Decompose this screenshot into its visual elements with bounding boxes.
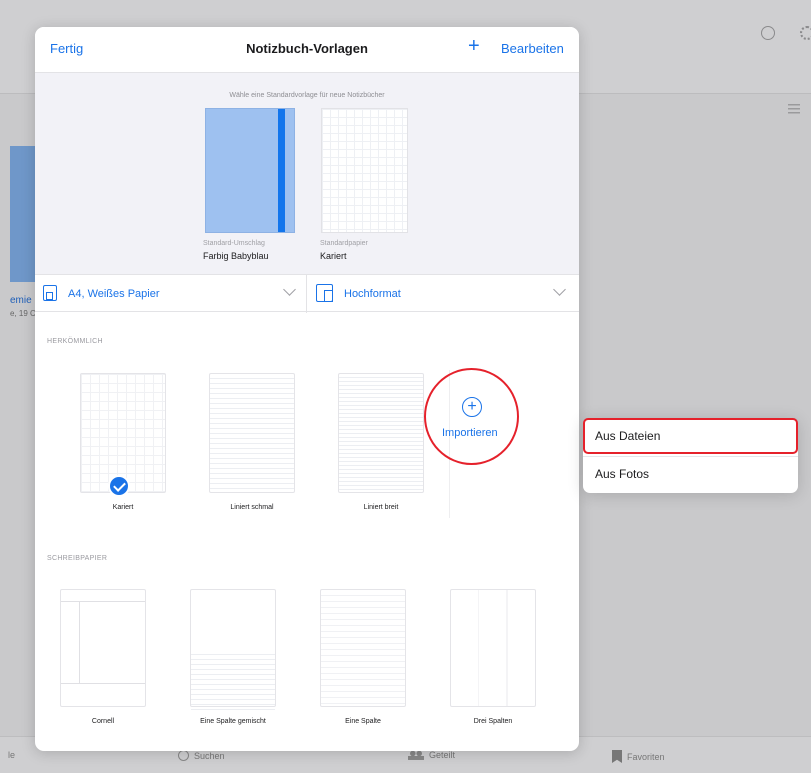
tab-shared-label: Geteilt xyxy=(429,750,456,760)
default-paper-thumbnail[interactable] xyxy=(321,108,408,233)
template-label: Liniert schmal xyxy=(230,504,274,511)
template-label: Eine Spalte gemischt xyxy=(200,718,266,725)
template-eine-spalte[interactable] xyxy=(320,589,406,707)
tab-library-label: le xyxy=(8,750,16,760)
section-label-classic: HERKÖMMLICH xyxy=(47,338,103,345)
template-label: Cornell xyxy=(91,718,115,725)
template-label: Kariert xyxy=(112,504,134,511)
template-liniert-schmal[interactable] xyxy=(209,373,295,493)
template-label: Liniert breit xyxy=(363,504,399,511)
tab-favorites: Favoriten xyxy=(612,750,665,763)
search-icon xyxy=(178,750,189,761)
template-eine-spalte-gemischt[interactable] xyxy=(190,589,276,710)
gear-icon xyxy=(800,26,811,40)
format-divider xyxy=(306,275,307,313)
cornell-cue-line xyxy=(79,601,80,683)
default-cover-thumbnail[interactable] xyxy=(205,108,295,233)
list-view-icon xyxy=(788,104,800,114)
default-template-section: Wähle eine Standardvorlage für neue Noti… xyxy=(35,73,579,302)
bookmark-icon xyxy=(612,750,622,763)
default-paper-value: Kariert xyxy=(320,251,347,261)
tab-library: le xyxy=(8,750,15,760)
template-label: Eine Spalte xyxy=(345,718,381,725)
tab-search-label: Suchen xyxy=(194,750,225,761)
default-cover-value: Farbig Babyblau xyxy=(203,251,269,261)
background-notebook-cover xyxy=(10,146,36,282)
orientation-dropdown[interactable]: Hochformat xyxy=(344,288,401,300)
background-notebook-title: emie xyxy=(10,295,32,306)
template-label: Drei Spalten xyxy=(473,718,513,725)
cover-spine xyxy=(278,109,285,232)
paper-size-dropdown[interactable]: A4, Weißes Papier xyxy=(68,288,160,300)
template-liniert-breit[interactable] xyxy=(338,373,424,493)
template-drei-spalten[interactable] xyxy=(450,589,536,707)
template-cornell[interactable] xyxy=(60,589,146,707)
add-template-button[interactable]: + xyxy=(468,36,480,56)
orientation-icon xyxy=(316,284,333,302)
default-cover-caption: Standard-Umschlag xyxy=(203,240,265,247)
sheet-navigation-bar: Fertig Notizbuch-Vorlagen + Bearbeiten xyxy=(35,27,579,73)
files-highlight-box xyxy=(583,418,798,454)
default-template-hint: Wähle eine Standardvorlage für neue Noti… xyxy=(229,92,385,99)
menu-item-label: Aus Fotos xyxy=(595,467,650,481)
tab-search: Suchen xyxy=(178,750,225,761)
format-row: A4, Weißes Papier Hochformat xyxy=(35,274,579,313)
default-paper-caption: Standardpapier xyxy=(320,240,368,247)
paper-size-icon xyxy=(43,285,57,301)
tab-shared: Geteilt xyxy=(408,750,455,760)
import-popover-menu: Aus Dateien Aus Fotos xyxy=(583,418,798,493)
menu-item-from-photos[interactable]: Aus Fotos xyxy=(583,456,798,493)
edit-button[interactable]: Bearbeiten xyxy=(501,41,564,56)
mixed-lines xyxy=(191,650,275,710)
selected-checkmark-icon xyxy=(108,475,130,497)
section-label-writing: SCHREIBPAPIER xyxy=(47,555,108,562)
cornell-header-line xyxy=(61,601,145,602)
tab-favorites-label: Favoriten xyxy=(627,751,665,762)
chevron-down-icon[interactable] xyxy=(553,283,566,296)
cornell-summary-line xyxy=(61,683,145,684)
background-notebook-date: e, 19 C xyxy=(10,309,36,318)
people-icon xyxy=(408,750,424,760)
select-check-icon xyxy=(761,26,775,40)
sheet-title: Notizbuch-Vorlagen xyxy=(246,41,368,56)
chevron-down-icon[interactable] xyxy=(283,283,296,296)
import-highlight-ring xyxy=(424,368,519,465)
